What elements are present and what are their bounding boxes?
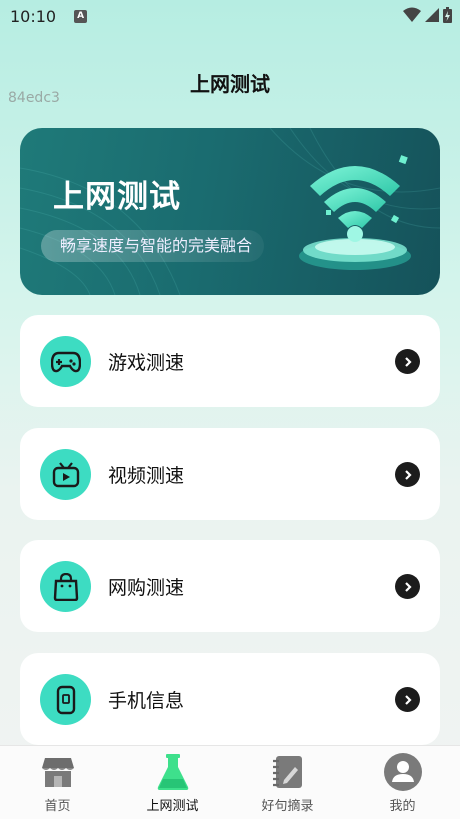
flask-icon [153, 752, 193, 792]
notification-icon: A [74, 9, 88, 23]
menu-item-label: 游戏测速 [108, 352, 185, 374]
tab-quotes[interactable]: 好句摘录 [230, 746, 345, 819]
menu-item-shopping-speed[interactable]: 网购测速 [20, 540, 440, 632]
tab-label: 首页 [44, 799, 71, 814]
banner-title: 上网测试 [53, 179, 181, 215]
battery-icon [443, 7, 452, 23]
chevron-right-icon [395, 574, 420, 599]
shopping-bag-icon [40, 561, 91, 612]
tab-network-test[interactable]: 上网测试 [115, 746, 230, 819]
tab-label: 好句摘录 [261, 799, 314, 814]
tab-home[interactable]: 首页 [0, 746, 115, 819]
bottom-tab-bar: 首页 上网测试 好句摘录 我的 [0, 745, 460, 819]
chevron-right-icon [395, 349, 420, 374]
gamepad-icon [40, 336, 91, 387]
banner-subtitle: 畅享速度与智能的完美融合 [41, 230, 265, 262]
hero-banner: 上网测试 畅享速度与智能的完美融合 [20, 128, 440, 295]
tab-label: 我的 [389, 799, 416, 814]
status-time: 10:10 [10, 6, 57, 26]
status-bar: 10:10 A [0, 0, 460, 32]
signal-icon [425, 8, 439, 22]
debug-id-label: 84edc3 [8, 90, 60, 106]
menu-item-label: 视频测速 [108, 465, 185, 487]
notebook-icon [268, 752, 308, 792]
tv-icon [40, 449, 91, 500]
tab-label: 上网测试 [146, 799, 199, 814]
menu-item-label: 网购测速 [108, 577, 185, 599]
chevron-right-icon [395, 462, 420, 487]
menu-item-phone-info[interactable]: 手机信息 [20, 653, 440, 745]
status-indicators [403, 7, 452, 23]
menu-item-game-speed[interactable]: 游戏测速 [20, 315, 440, 407]
wifi-status-icon [403, 7, 421, 22]
user-icon [383, 752, 423, 792]
store-icon [38, 752, 78, 792]
phone-icon [40, 674, 91, 725]
chevron-right-icon [395, 687, 420, 712]
tab-profile[interactable]: 我的 [345, 746, 460, 819]
menu-item-video-speed[interactable]: 视频测速 [20, 428, 440, 520]
wifi-illustration-icon [299, 155, 411, 270]
menu-item-label: 手机信息 [108, 690, 185, 712]
page-title: 上网测试 [190, 72, 270, 96]
